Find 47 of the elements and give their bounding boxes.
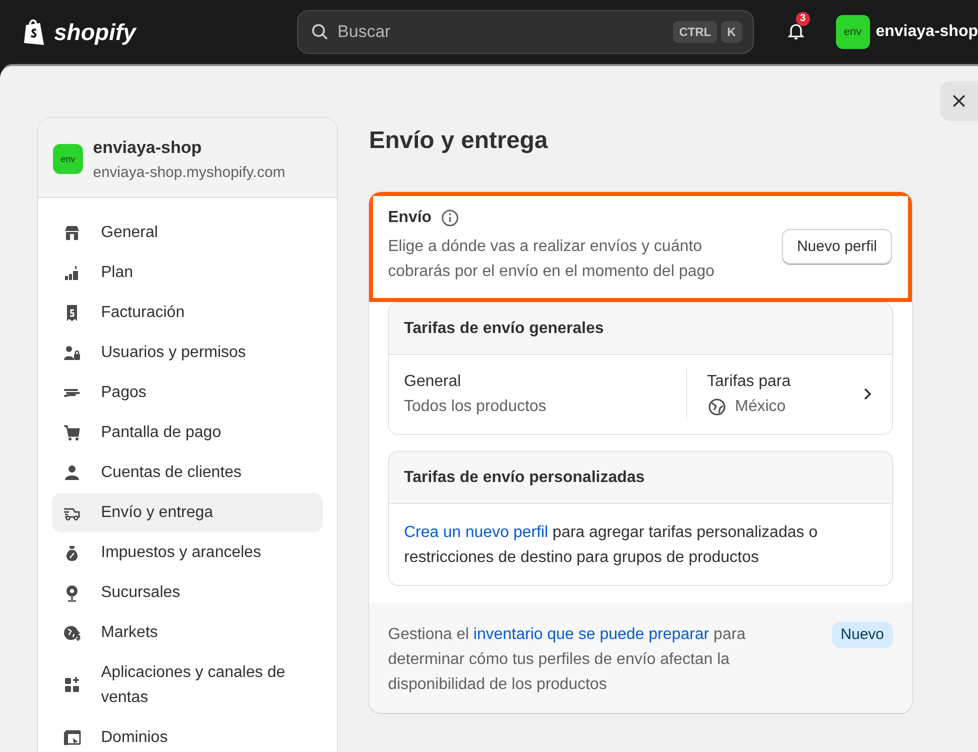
sidebar-item[interactable]: Aplicaciones y canales de ventas (52, 653, 323, 717)
zone-name: México (735, 397, 786, 417)
card-heading: Tarifas de envío generales (389, 303, 892, 355)
notification-count: 3 (796, 12, 810, 26)
custom-rates-text: Crea un nuevo perfil para agregar tarifas personalizadas o restricciones de destino para grupos de productos (403, 523, 819, 568)
card-heading: Tarifas de envío personalizadas (389, 452, 892, 504)
page-title: Envío y entrega (369, 127, 549, 155)
sidebar-item[interactable]: Envío y entrega (52, 493, 323, 532)
section-description: Elige a dónde vas a realizar envíos y cuánto cobrarás por el envío en el momento del pago (388, 237, 716, 282)
keyboard-key: K (721, 21, 742, 43)
sidebar-item[interactable]: Pantalla de pago (52, 413, 323, 452)
sidebar-item[interactable]: Pagos (52, 373, 323, 412)
search-icon (310, 22, 330, 42)
profile-name: General (404, 372, 462, 392)
close-icon (950, 92, 968, 110)
inventory-note: Gestiona el inventario que se puede preparar para determinar cómo tus perfiles de envío afectan la disponibilidad de los productos (388, 625, 747, 695)
browser-icon (62, 728, 82, 748)
bell-icon (786, 21, 806, 41)
sidebar-item[interactable]: Sucursales (52, 573, 323, 612)
person-icon (62, 462, 82, 482)
cart-icon (62, 422, 82, 442)
sidebar-item[interactable]: Plan (52, 253, 323, 292)
sidebar-item[interactable]: Cuentas de clientes (52, 453, 323, 492)
store-domain: enviaya-shop.myshopify.com (93, 164, 286, 181)
sidebar-item[interactable]: Impuestos y aranceles (52, 533, 323, 572)
sidebar-item[interactable]: Dominios (52, 718, 323, 752)
sidebar-item[interactable]: General (52, 213, 323, 252)
sidebar-item[interactable]: Facturación (52, 293, 323, 332)
new-badge: Nuevo (832, 622, 893, 648)
keyboard-key: CTRL (673, 21, 718, 43)
info-icon (440, 208, 460, 228)
shopify-logo[interactable]: shopify (22, 17, 297, 47)
apps-icon (62, 675, 82, 695)
create-profile-link[interactable]: Crea un nuevo perfil (404, 524, 548, 541)
section-title: Envío (388, 209, 432, 227)
inventory-link[interactable]: inventario que se puede preparar (473, 626, 710, 643)
store-name: enviaya-shop (93, 138, 203, 158)
sidebar-item[interactable]: Markets (52, 613, 323, 652)
sidebar-item[interactable]: Usuarios y permisos (52, 333, 323, 372)
store-avatar: env (53, 144, 83, 174)
new-profile-button[interactable]: Nuevo perfil (782, 228, 892, 264)
rates-label: Tarifas para (707, 372, 792, 392)
profile-products: Todos los productos (404, 397, 548, 417)
close-button[interactable] (940, 81, 978, 121)
globe-icon (707, 396, 727, 416)
store-name[interactable]: enviaya-shop (876, 23, 978, 41)
store-avatar[interactable]: env (836, 15, 870, 49)
